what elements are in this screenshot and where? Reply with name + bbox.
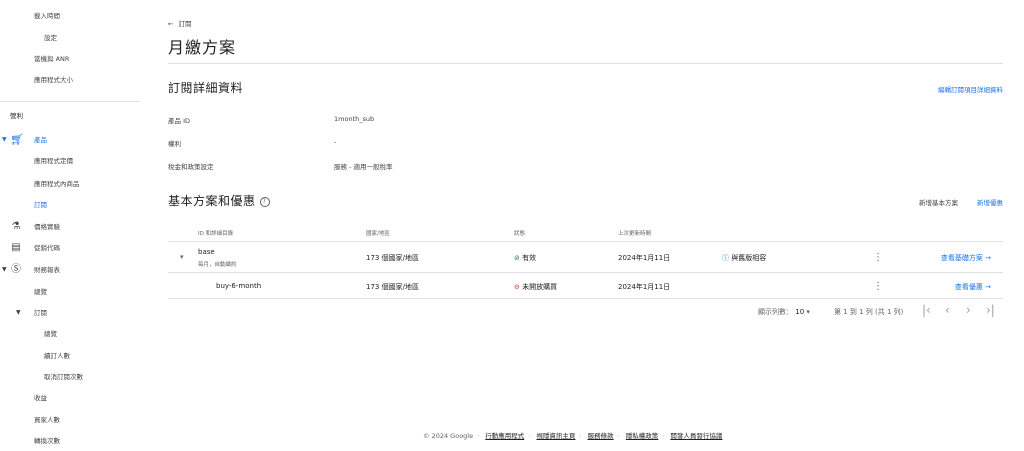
sidebar-item-settings[interactable]: 設定 xyxy=(44,31,57,45)
next-page-icon[interactable]: › xyxy=(966,303,971,317)
compat-badge: ⓘ 與舊版相容 xyxy=(722,254,767,262)
column-header: 國家/地區 xyxy=(366,231,390,237)
column-header: ID 和詳細目錄 xyxy=(198,231,234,237)
footer-link[interactable]: 服務條款 xyxy=(588,432,614,440)
arrow-right-icon: → xyxy=(985,254,991,262)
blocked-icon: ⊖ xyxy=(514,283,520,291)
footer-link[interactable]: 開發人員發行協議 xyxy=(670,432,722,440)
sidebar-item-overview[interactable]: 總覽 xyxy=(34,285,47,299)
view-offer-link[interactable]: 查看優惠 → xyxy=(955,282,991,292)
more-vert-icon[interactable]: ⋮ xyxy=(873,253,883,263)
tax-label: 稅金和政策設定 xyxy=(168,163,214,171)
offer-id: buy-6-month xyxy=(216,282,262,290)
sidebar-item-crashes-anr[interactable]: 當機與 ANR xyxy=(34,52,69,66)
sidebar-item-sub-overview[interactable]: 總覽 xyxy=(44,327,57,341)
tax-value: 服務 - 適用一般稅率 xyxy=(334,163,393,171)
more-vert-icon[interactable]: ⋮ xyxy=(873,282,883,292)
table-divider xyxy=(168,241,1003,242)
plan-regions: 173 個國家/地區 xyxy=(366,254,419,262)
status-badge: ⊘ 有效 xyxy=(514,254,537,262)
column-header: 狀態 xyxy=(514,231,526,237)
main-content: ← 訂閱 月繳方案 訂閱詳細資料 編輯訂閱項目詳細資料 產品 ID 1month… xyxy=(168,0,1003,451)
footer-link[interactable]: 行動應用程式 xyxy=(485,432,524,440)
sidebar: 載入時間 設定 當機與 ANR 應用程式大小 營利 ▼ 🛒︎ 產品 應用程式定價… xyxy=(0,0,140,451)
back-link[interactable]: ← 訂閱 xyxy=(168,18,192,28)
arrow-right-icon: → xyxy=(985,283,991,291)
view-base-plan-link[interactable]: 查看基礎方案 → xyxy=(941,253,991,263)
plan-id: base xyxy=(198,248,215,256)
caret-down-icon: ▼ xyxy=(16,309,21,316)
footer: © 2024 Google · 行動應用程式 · 視隱資訊主頁 · 服務條款 · 隱私權… xyxy=(423,432,723,440)
ticket-icon: ▤ xyxy=(11,242,21,253)
updated-date: 2024年1月11日 xyxy=(618,254,671,262)
status-badge: ⊖ 未開放購買 xyxy=(514,283,558,291)
column-header: 上次更新時間 xyxy=(618,231,652,237)
sidebar-divider xyxy=(0,101,140,102)
entitlement-value: - xyxy=(334,138,337,146)
arrow-left-icon: ← xyxy=(168,20,174,28)
sidebar-item-financial-reports[interactable]: ▼ Ⓢ 財務報表 xyxy=(0,263,140,277)
sidebar-item-load-time[interactable]: 載入時間 xyxy=(34,9,60,23)
sidebar-item-subscriptions[interactable]: 訂閱 xyxy=(34,198,47,212)
sidebar-item-conversions[interactable]: 轉換次數 xyxy=(34,434,60,448)
rows-per-page[interactable]: 顯示列數： 10 ▾ xyxy=(758,307,810,317)
row-divider xyxy=(168,298,1003,299)
sidebar-item-cancellations[interactable]: 取消訂閱次數 xyxy=(44,370,83,384)
sidebar-item-price-experiments[interactable]: ⚗ 價格實驗 xyxy=(0,220,140,234)
entitlement-label: 權利 xyxy=(168,140,181,148)
help-icon[interactable]: ? xyxy=(259,196,270,207)
prev-page-icon[interactable]: ‹ xyxy=(945,303,950,317)
sidebar-item-products[interactable]: ▼ 🛒︎ 產品 xyxy=(0,133,140,147)
row-divider xyxy=(168,272,1003,273)
info-icon: ⓘ xyxy=(722,254,729,262)
flask-icon: ⚗ xyxy=(11,221,21,232)
sidebar-item-app-pricing[interactable]: 應用程式定價 xyxy=(34,154,73,168)
cart-icon: 🛒︎ xyxy=(10,133,24,146)
sidebar-item-buyers[interactable]: 買家人數 xyxy=(34,413,60,427)
edit-details-link[interactable]: 編輯訂閱項目詳細資料 xyxy=(938,84,1003,94)
product-id-label: 產品 ID xyxy=(168,117,190,125)
dropdown-icon: ▾ xyxy=(806,308,810,316)
dollar-circle-icon: Ⓢ xyxy=(11,264,21,275)
footer-link[interactable]: 隱私權政策 xyxy=(626,432,659,440)
plan-subtitle: 每月，自動續約 xyxy=(198,262,237,268)
product-id-value: 1month_sub xyxy=(334,115,375,123)
caret-down-icon: ▼ xyxy=(2,136,7,143)
add-base-plan-button[interactable]: 新增基本方案 xyxy=(919,197,958,207)
plans-section-title: 基本方案和優惠? xyxy=(168,192,270,209)
page-range: 第 1 到 1 列 (共 1 列) xyxy=(834,308,904,316)
check-circle-icon: ⊘ xyxy=(514,254,520,262)
sidebar-item-promo-codes[interactable]: ▤ 促銷代碼 xyxy=(0,241,140,255)
add-offer-button[interactable]: 新增優惠 xyxy=(977,197,1003,207)
sidebar-item-in-app-products[interactable]: 應用程式內商品 xyxy=(34,177,80,191)
first-page-icon[interactable]: |‹ xyxy=(922,303,931,317)
footer-link[interactable]: 視隱資訊主頁 xyxy=(536,432,575,440)
sidebar-item-revenue[interactable]: 收益 xyxy=(34,391,47,405)
offer-regions: 173 個國家/地區 xyxy=(366,283,419,291)
divider xyxy=(168,63,1003,64)
expand-icon[interactable]: ▾ xyxy=(180,253,184,261)
sidebar-item-fin-subscriptions[interactable]: ▼ 訂閱 xyxy=(0,306,140,320)
caret-down-icon: ▼ xyxy=(2,266,7,273)
last-page-icon[interactable]: ›| xyxy=(986,303,995,317)
sidebar-section-monetize: 營利 xyxy=(10,112,23,120)
sidebar-item-app-size[interactable]: 應用程式大小 xyxy=(34,73,73,87)
updated-date: 2024年1月11日 xyxy=(618,283,671,291)
sidebar-item-renewals[interactable]: 續訂人數 xyxy=(44,349,70,363)
page-title: 月繳方案 xyxy=(168,38,237,57)
details-section-title: 訂閱詳細資料 xyxy=(168,81,244,95)
